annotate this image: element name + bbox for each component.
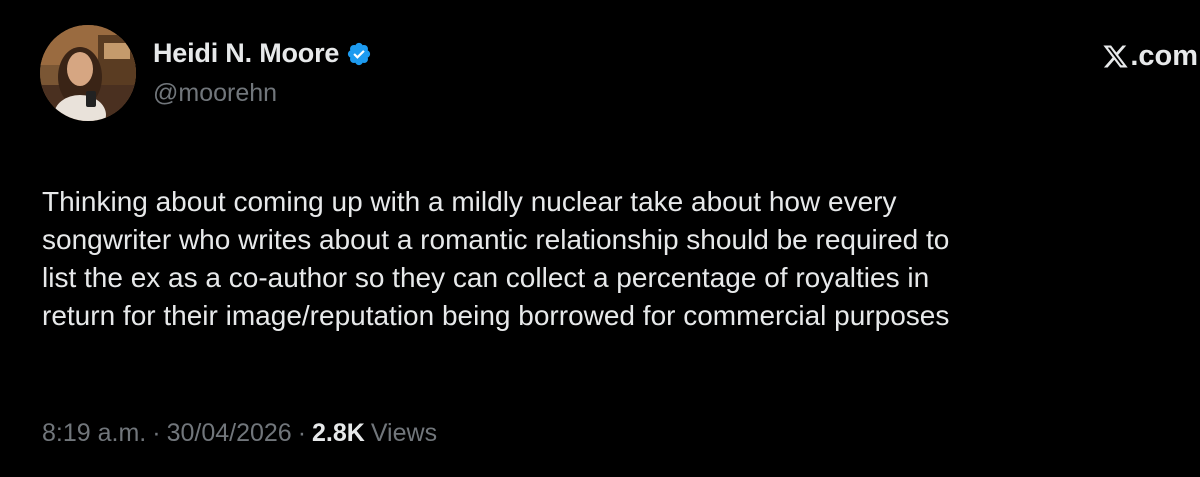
tweet-date[interactable]: 30/04/2026 [167,419,292,448]
view-count: 2.8K [312,419,365,447]
avatar[interactable] [40,25,136,121]
tweet-body: Thinking about coming up with a mildly n… [42,183,1200,335]
tweet-text-line: songwriter who writes about a romantic r… [42,224,950,255]
author-display-name[interactable]: Heidi N. Moore [153,38,339,69]
tweet-text-line: Thinking about coming up with a mildly n… [42,186,897,217]
meta-separator: · [297,419,307,447]
author-name-row: Heidi N. Moore [153,38,372,69]
meta-separator: · [152,419,161,447]
tweet-text-line: list the ex as a co-author so they can c… [42,262,930,293]
tweet-card: Heidi N. Moore @moorehn .com Thinking ab… [0,0,1200,477]
tweet-text-line: return for their image/reputation being … [42,300,950,331]
x-logo-icon [1102,43,1129,70]
verified-badge-icon [346,41,372,67]
tweet-metadata: 8:19 a.m. · 30/04/2026 · 2.8K Views [42,419,437,448]
tweet-time[interactable]: 8:19 a.m. [42,419,146,448]
brand-domain-label: .com [1130,40,1198,72]
avatar-photo-icon [40,25,136,121]
author-handle[interactable]: @moorehn [153,79,277,108]
views-label: Views [370,419,438,447]
x-com-watermark: .com [1102,40,1198,73]
